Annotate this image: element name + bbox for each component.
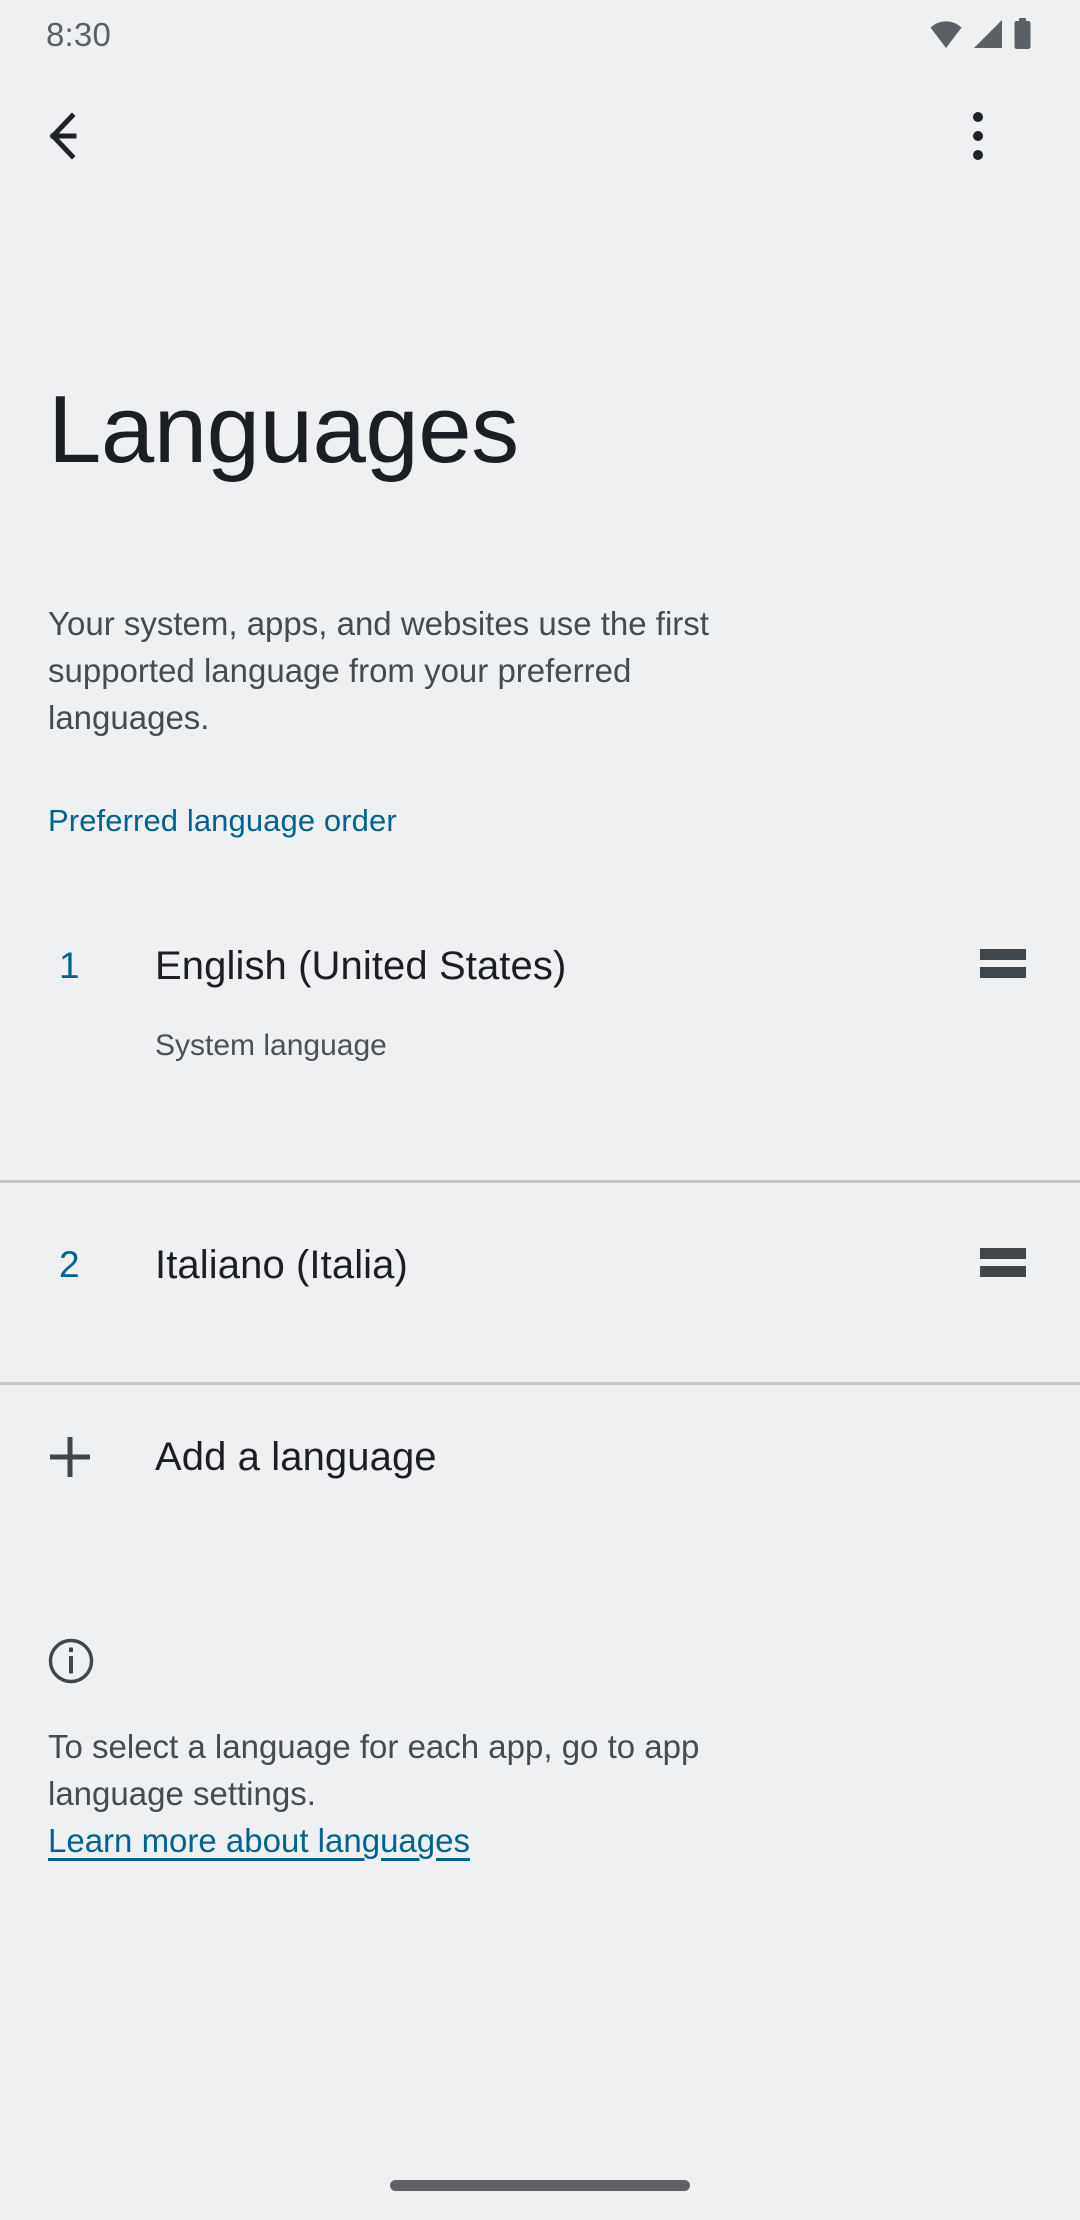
page-description: Your system, apps, and websites use the … — [48, 605, 709, 736]
page-title: Languages — [48, 376, 519, 483]
language-order-number: 1 — [59, 945, 80, 986]
wifi-icon — [930, 21, 962, 48]
status-bar: 8:30 — [0, 0, 1080, 68]
language-list-item[interactable]: 1 English (United States) System languag… — [0, 880, 1080, 1180]
back-arrow-icon — [49, 112, 77, 160]
drag-handle-icon[interactable] — [980, 949, 1026, 978]
drag-handle-bar — [980, 1248, 1026, 1259]
language-list-item[interactable]: 2 Italiano (Italia) — [0, 1183, 1080, 1382]
add-icon-container — [0, 1434, 155, 1480]
status-bar-clock: 8:30 — [46, 15, 112, 53]
language-subtitle: System language — [155, 1029, 387, 1062]
languages-settings-screen: 8:30 Languages Your system, apps, and we… — [0, 0, 1080, 2220]
status-bar-icons — [929, 18, 1032, 50]
add-a-language-label: Add a language — [155, 1435, 437, 1479]
drag-handle-bar — [980, 949, 1026, 960]
learn-more-link[interactable]: Learn more about languages — [48, 1817, 470, 1864]
more-vert-icon-dot — [973, 150, 983, 160]
info-outline-icon — [48, 1638, 94, 1684]
more-vert-icon-dot — [973, 112, 983, 122]
action-bar — [0, 68, 1080, 204]
plus-icon — [50, 1437, 90, 1477]
language-item-body: Italiano (Italia) — [155, 1241, 980, 1289]
gesture-nav-pill[interactable] — [390, 2180, 690, 2191]
more-vert-icon-dot — [973, 131, 983, 141]
cellular-signal-icon — [974, 20, 1002, 48]
section-header-preferred-order: Preferred language order — [48, 803, 397, 838]
drag-handle-bar — [980, 967, 1026, 978]
overflow-menu-button[interactable] — [936, 90, 1020, 182]
back-button[interactable] — [30, 90, 122, 182]
info-icon-container — [47, 1637, 95, 1690]
drag-handle-bar — [980, 1266, 1026, 1277]
language-item-body: English (United States) System language — [155, 942, 980, 1066]
add-a-language-button[interactable]: Add a language — [0, 1381, 1080, 1533]
preferred-language-list: 1 English (United States) System languag… — [0, 880, 1080, 1385]
battery-icon — [1014, 18, 1031, 49]
language-order-number: 2 — [59, 1244, 80, 1285]
language-name: Italiano (Italia) — [155, 1243, 408, 1287]
footer-description: To select a language for each app, go to… — [48, 1728, 700, 1812]
drag-handle-icon[interactable] — [980, 1248, 1026, 1277]
language-name: English (United States) — [155, 944, 567, 988]
